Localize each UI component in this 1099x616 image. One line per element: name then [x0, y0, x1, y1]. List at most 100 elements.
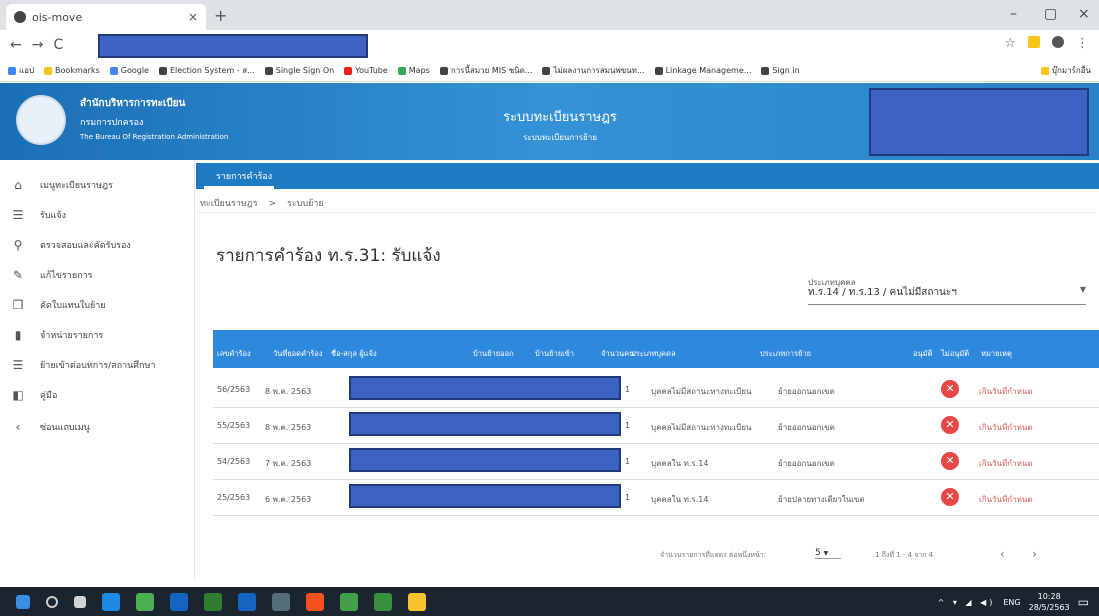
tab-request-list[interactable]: รายการคำร้อง — [216, 169, 272, 183]
edge-browser-icon[interactable] — [102, 592, 120, 611]
sidebar-item-label: รับแจ้ง — [40, 211, 67, 221]
bookmark-icon — [264, 66, 273, 75]
column-header[interactable]: วันที่ยอดคำร้อง — [273, 348, 322, 360]
browser-menu-icon[interactable]: ⋮ — [1076, 36, 1089, 51]
breadcrumb-item-move[interactable]: ระบบย้าย — [287, 199, 324, 209]
bookmark-icon — [397, 66, 406, 75]
sidebar-item[interactable]: ‹ ซ่อนแถบเมนู — [0, 412, 195, 442]
sidebar-item[interactable]: ⚲ ตรวจสอบและคัดรับรอง — [0, 230, 195, 260]
minimize-button[interactable]: – — [1010, 6, 1017, 22]
sidebar-item[interactable]: ⌂ เมนูทะเบียนราษฎร — [0, 170, 195, 200]
bookmark-item[interactable]: แอป — [8, 64, 34, 77]
table-row[interactable]: 25/2563 6 พ.ค. 2563 1 บุคคลใน ท.ร.14 ย้ายปลา… — [213, 480, 1099, 516]
sidebar-item[interactable]: ◧ คู่มือ — [0, 380, 195, 410]
sidebar-item-icon: ◧ — [12, 388, 24, 402]
next-page-button[interactable]: › — [1032, 547, 1037, 561]
clock[interactable]: 10:28 28/5/2563 — [1029, 591, 1070, 613]
bookmark-item[interactable]: Google — [109, 66, 149, 75]
bookmark-star-icon[interactable]: ☆ — [1004, 36, 1016, 51]
bookmark-item[interactable]: การนี้สมวย MIS ชนิด... — [439, 64, 532, 77]
note-cell[interactable]: เกินวันที่กำหนด — [979, 421, 1033, 434]
column-header[interactable]: หมายเหตุ — [981, 348, 1012, 360]
person-type-cell: บุคคลใน ท.ร.14 — [651, 495, 709, 504]
table-row[interactable]: 54/2563 7 พ.ค. 2563 1 บุคคลใน ท.ร.14 ย้ายออก… — [213, 444, 1099, 480]
column-header[interactable]: อนุมัติ — [913, 348, 932, 360]
note-cell[interactable]: เกินวันที่กำหนด — [979, 493, 1033, 506]
app-icon[interactable] — [306, 592, 324, 611]
sidebar-item[interactable]: ▮ จำหน่ายรายการ — [0, 320, 195, 350]
reject-button[interactable]: ✕ — [941, 488, 959, 506]
app-icon[interactable] — [136, 592, 154, 611]
windows-start-icon[interactable] — [16, 594, 30, 609]
profile-avatar[interactable] — [1052, 36, 1064, 48]
browser-tab[interactable]: ois-move × — [6, 4, 206, 30]
app-icon[interactable] — [374, 592, 392, 611]
sidebar-item[interactable]: ✎ แก้ไขรายการ — [0, 260, 195, 290]
sidebar-item[interactable]: ☰ รับแจ้ง — [0, 200, 195, 230]
column-header[interactable]: ประเภทบุคคล — [631, 348, 676, 360]
bookmark-icon — [654, 66, 663, 75]
app-icon[interactable] — [340, 592, 358, 611]
new-tab-button[interactable]: + — [214, 6, 227, 25]
reject-button[interactable]: ✕ — [941, 452, 959, 470]
bookmark-item[interactable]: Election System - ส... — [158, 64, 255, 77]
search-icon[interactable] — [46, 595, 58, 608]
bookmark-item[interactable]: Single Sign On — [264, 66, 334, 75]
person-type-select[interactable]: ท.ร.14 / ท.ร.13 / คนไม่มีสถานะฯ ▼ — [808, 285, 1086, 305]
maximize-button[interactable]: ▢ — [1044, 6, 1057, 22]
note-cell[interactable]: เกินวันที่กำหนด — [979, 457, 1033, 470]
excel-icon[interactable] — [204, 592, 222, 611]
column-header[interactable]: บ้านย้ายเข้า — [535, 348, 574, 360]
notification-icon[interactable]: ▭ — [1078, 595, 1089, 609]
bookmark-item[interactable]: ไม่ผลงานการสมนพขนท... — [542, 64, 645, 77]
column-header[interactable]: จำนวนคน — [601, 348, 634, 360]
column-header[interactable]: เลขคำร้อง — [217, 348, 251, 360]
column-header[interactable]: ไม่อนุมัติ — [941, 348, 969, 360]
sidebar-item-label: ซ่อนแถบเมนู — [40, 423, 90, 433]
main-tab-bar: รายการคำร้อง — [196, 163, 1099, 189]
reject-button[interactable]: ✕ — [941, 416, 959, 434]
extension-icon[interactable] — [1028, 36, 1040, 48]
favicon-icon — [14, 11, 26, 23]
column-header[interactable]: ประเภทการย้าย — [760, 348, 811, 360]
bookmark-item[interactable]: Bookmarks — [44, 66, 100, 75]
word-icon[interactable] — [238, 592, 256, 611]
reject-button[interactable]: ✕ — [941, 380, 959, 398]
bookmark-item[interactable]: Sign in — [761, 66, 800, 75]
bookmark-item[interactable]: YouTube — [344, 66, 388, 75]
note-cell[interactable]: เกินวันที่กำหนด — [979, 385, 1033, 398]
sidebar-item-label: ตรวจสอบและคัดรับรอง — [40, 241, 131, 251]
rows-per-page-select[interactable]: 5 ▼ — [815, 548, 841, 559]
person-type-cell: บุคคลไม่มีสถานะทางทะเบียน — [651, 387, 752, 396]
request-date-cell: 8 พ.ค. 2563 — [265, 387, 312, 396]
sidebar-item-icon: ‹ — [15, 420, 21, 434]
language-indicator[interactable]: ENG — [1003, 598, 1020, 607]
prev-page-button[interactable]: ‹ — [1000, 547, 1005, 561]
reload-button[interactable]: C — [53, 37, 63, 53]
bookmark-label: Google — [120, 66, 149, 75]
table-row[interactable]: 55/2563 8 พ.ค. 2563 1 บุคคลไม่มีสถานะทางทะเ… — [213, 408, 1099, 444]
windows-taskbar — [0, 587, 1099, 616]
back-button[interactable]: ← — [10, 37, 22, 53]
bookmark-item[interactable]: Linkage Manageme... — [654, 66, 751, 75]
breadcrumb-item-registration[interactable]: ทะเบียนราษฎร — [200, 199, 258, 209]
tray-icons[interactable]: ^ ▾ ◢ ◀) — [938, 598, 996, 607]
org-dept: กรมการปกครอง — [80, 118, 144, 128]
sidebar-item[interactable]: ❐ คัดใบแทนใบย้าย — [0, 290, 195, 320]
ie-browser-icon[interactable] — [170, 592, 188, 611]
sidebar-item[interactable]: ☰ ย้ายเข้าต่อบทการ/สถานศึกษา — [0, 350, 195, 380]
bookmark-item[interactable]: Maps — [397, 66, 430, 75]
task-view-icon[interactable] — [74, 595, 86, 608]
window-close-button[interactable]: × — [1078, 6, 1090, 22]
tab-close-icon[interactable]: × — [188, 10, 198, 24]
redacted-url-field[interactable] — [98, 34, 368, 58]
app-icon[interactable] — [272, 592, 290, 611]
column-header[interactable]: ชื่อ-สกุล ผู้แจ้ง — [331, 348, 377, 360]
bookmarks-bar: แอป Bookmarks Google Election System - ส...… — [0, 60, 1099, 82]
bookmark-item[interactable]: บุ๊กมาร์กอื่น — [1040, 64, 1091, 77]
table-row[interactable]: 56/2563 8 พ.ค. 2563 1 บุคคลไม่มีสถานะทางทะเ… — [213, 372, 1099, 408]
bookmark-icon — [8, 66, 16, 75]
chrome-icon[interactable] — [408, 592, 426, 611]
forward-button[interactable]: → — [32, 37, 44, 53]
column-header[interactable]: บ้านย้ายออก — [473, 348, 514, 360]
